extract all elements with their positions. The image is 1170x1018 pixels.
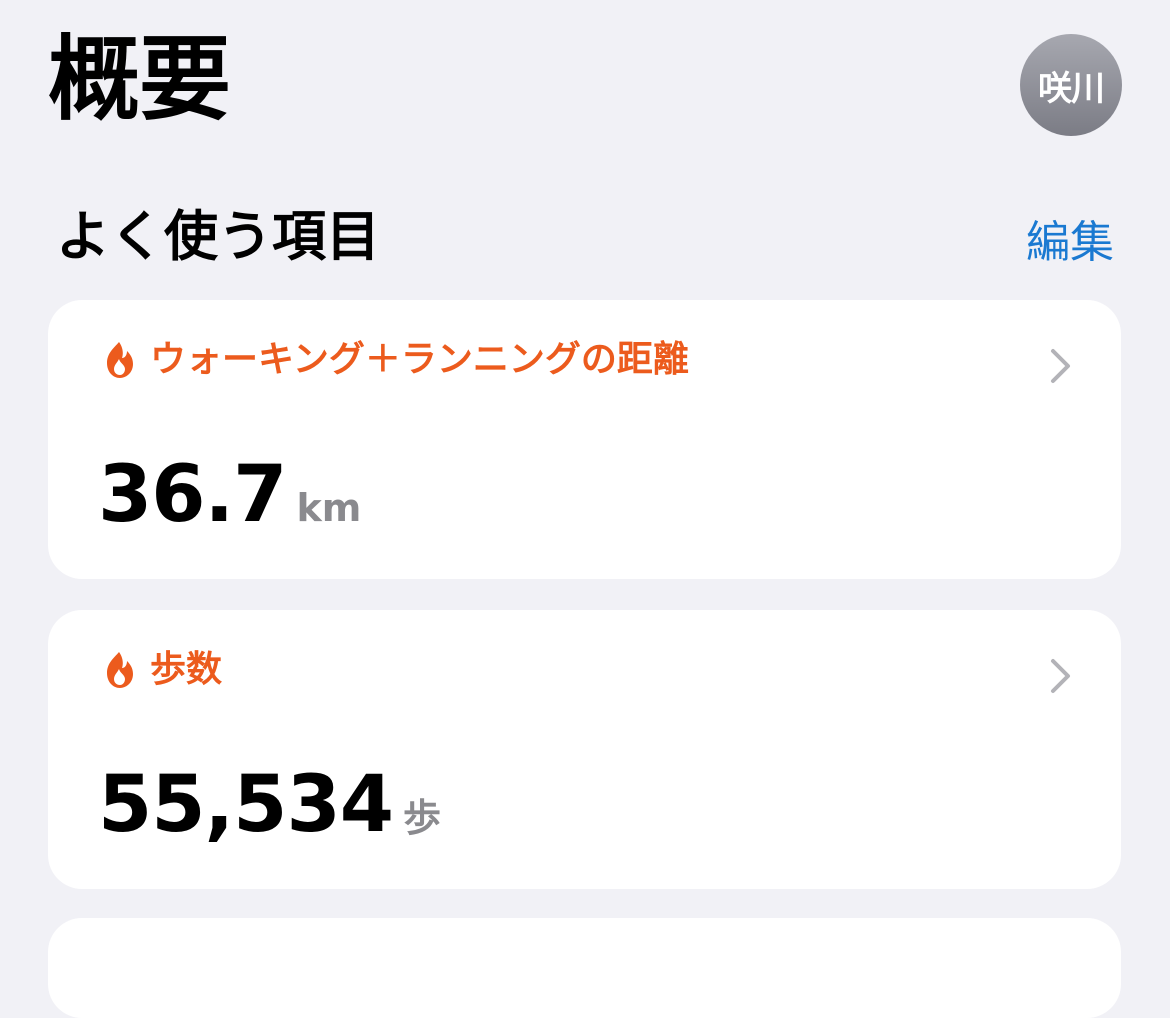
page-title: 概要 <box>48 26 231 133</box>
chevron-right-icon <box>1051 659 1070 693</box>
avatar[interactable]: 咲川 <box>1020 34 1122 136</box>
steps-card[interactable]: 歩数 55,534 歩 <box>48 610 1121 889</box>
metric-unit: km <box>296 486 362 530</box>
chevron-right-icon <box>1051 349 1070 383</box>
partial-card[interactable] <box>48 918 1121 1018</box>
flame-icon <box>107 342 133 378</box>
card-title: ウォーキング＋ランニングの距離 <box>150 339 689 380</box>
metric-value-row: 36.7 km <box>98 456 361 534</box>
flame-icon <box>107 652 133 688</box>
edit-button[interactable]: 編集 <box>1026 221 1114 265</box>
metric-unit: 歩 <box>403 796 442 840</box>
metric-value-row: 55,534 歩 <box>98 766 441 844</box>
card-header: ウォーキング＋ランニングの距離 <box>104 340 689 380</box>
distance-card[interactable]: ウォーキング＋ランニングの距離 36.7 km <box>48 300 1121 579</box>
metric-value: 55,534 <box>98 760 394 850</box>
card-header: 歩数 <box>104 650 222 690</box>
card-title: 歩数 <box>150 649 223 690</box>
metric-value: 36.7 <box>98 450 287 540</box>
favorites-section-title: よく使う項目 <box>56 205 380 268</box>
